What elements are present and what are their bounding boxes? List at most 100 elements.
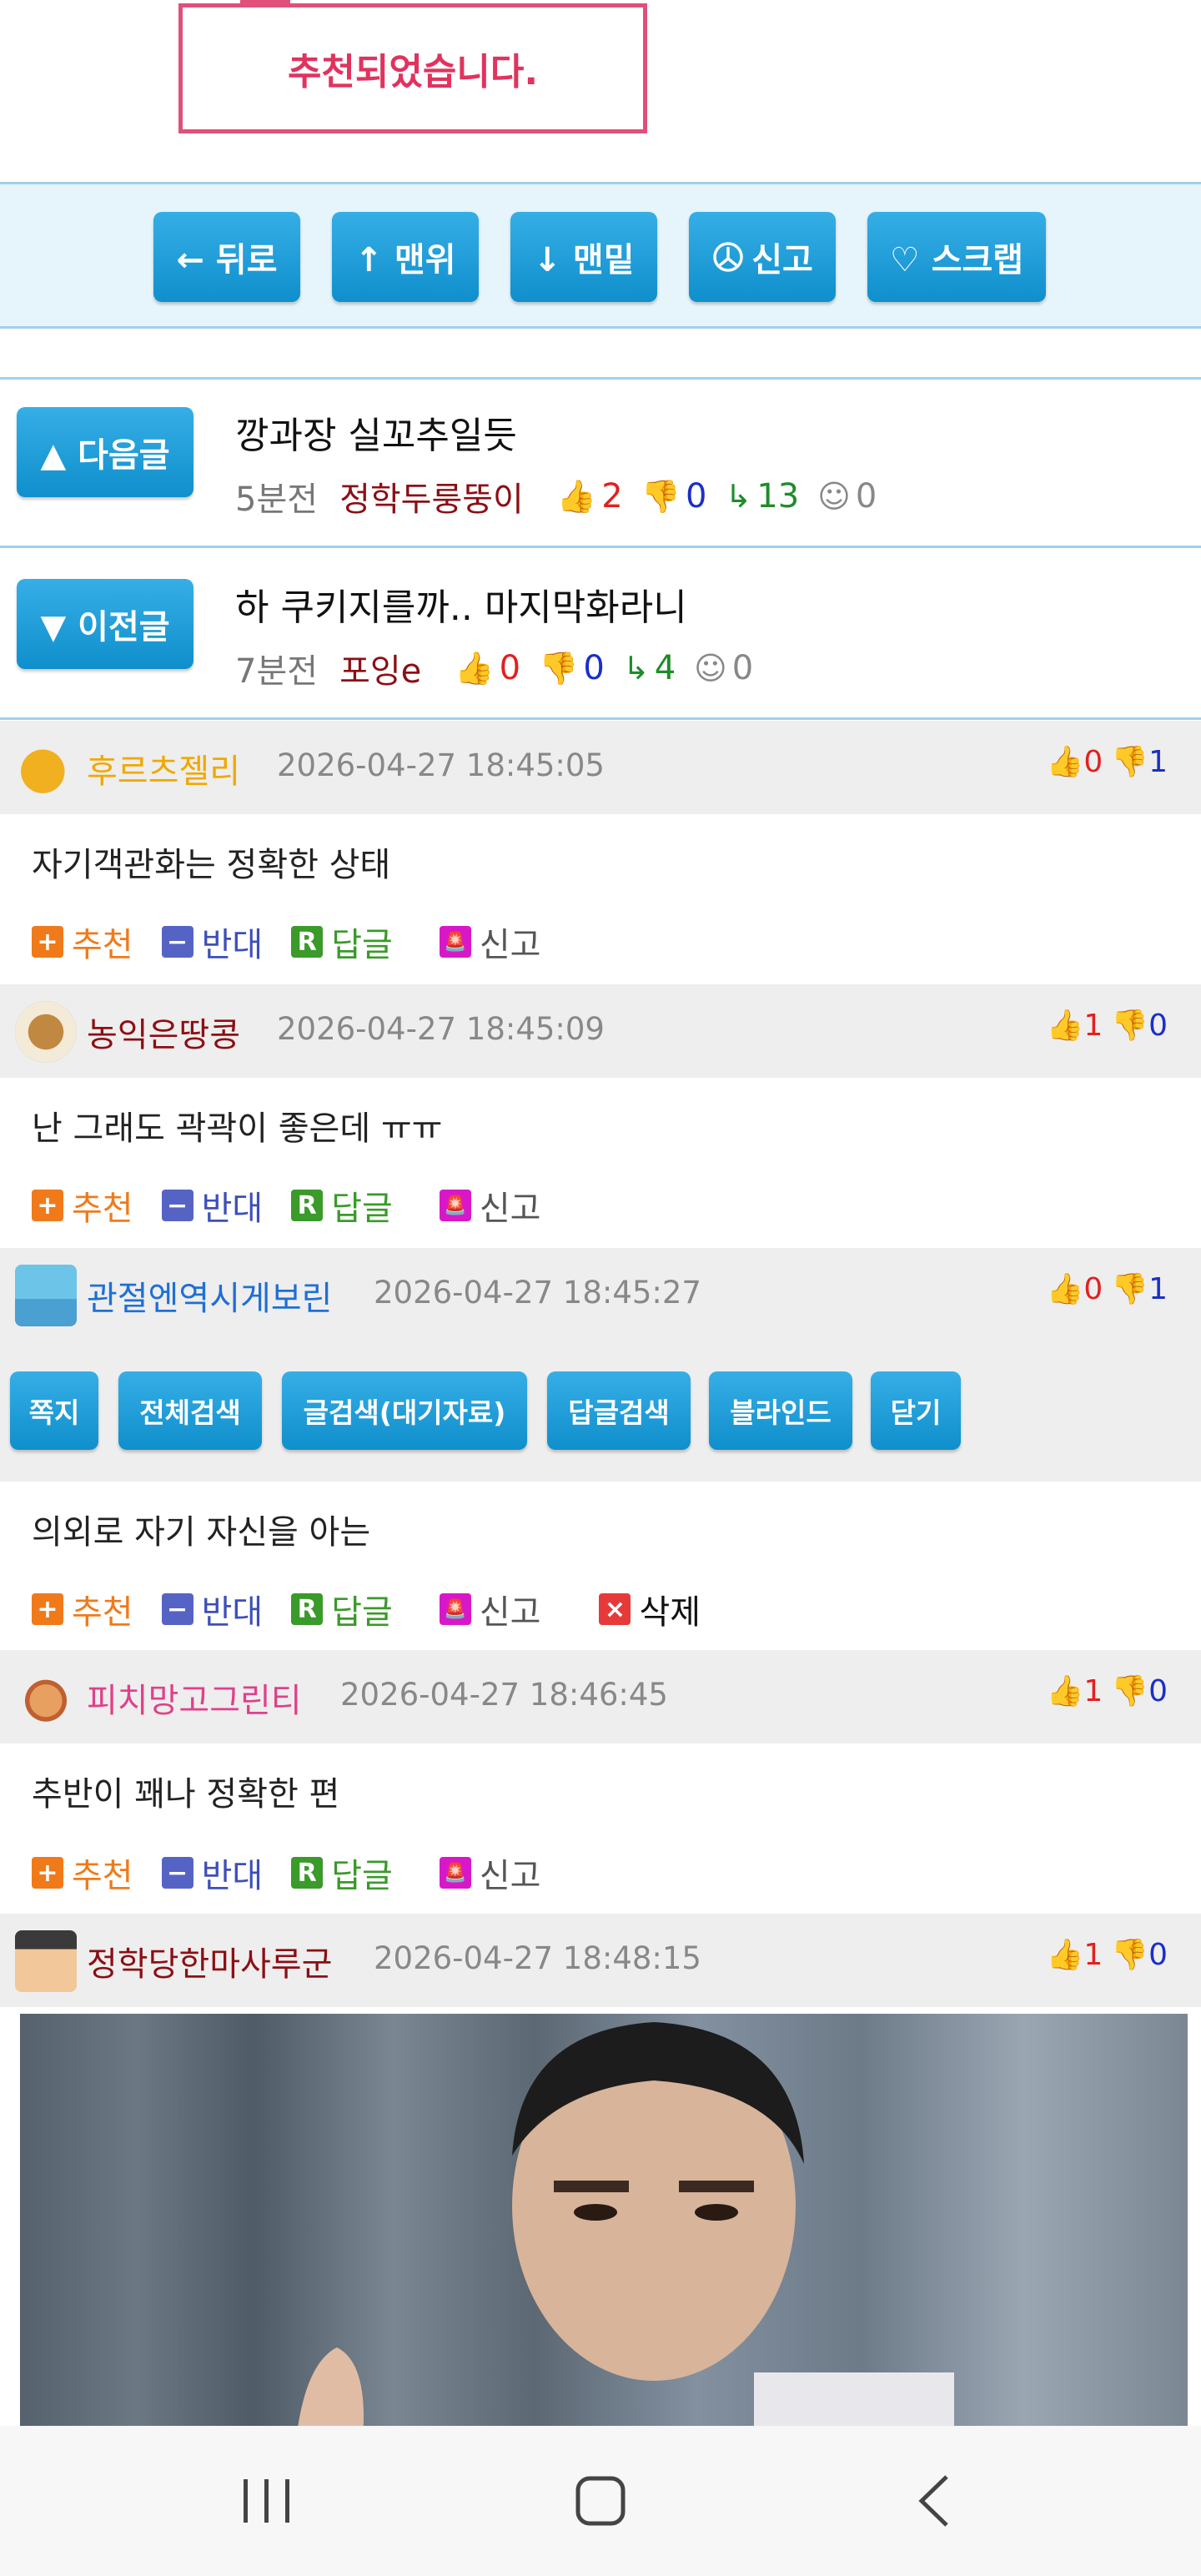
comment-downvotes[interactable]: 👎0 bbox=[1111, 1673, 1168, 1708]
up-count: 1 bbox=[1083, 1938, 1103, 1972]
next-post-author[interactable]: 정학두룽뚱이 bbox=[339, 472, 524, 521]
down-count: 0 bbox=[1148, 1009, 1168, 1043]
scrap-button[interactable]: ♡ 스크랩 bbox=[867, 212, 1046, 302]
comment-downvotes[interactable]: 👎0 bbox=[1111, 1008, 1168, 1043]
comment-date: 2026-04-27 18:45:09 bbox=[277, 1011, 605, 1047]
search-all-button[interactable]: 전체검색 bbox=[118, 1371, 262, 1450]
recommend-label: 추천 bbox=[72, 1857, 133, 1895]
comment-author[interactable]: 후르츠젤리 bbox=[87, 744, 240, 792]
comment-votes: 👍1 👎0 bbox=[1047, 1937, 1168, 1972]
reply-label: 답글 bbox=[331, 1857, 393, 1895]
search-replies-label: 답글검색 bbox=[568, 1396, 670, 1429]
comment-report-button[interactable]: 🚨 신고 bbox=[439, 1849, 540, 1897]
next-emote-count: 0 bbox=[855, 477, 877, 516]
back-nav-button[interactable] bbox=[867, 2426, 1001, 2576]
recommend-button[interactable]: + 추천 bbox=[32, 918, 133, 966]
close-menu-button[interactable]: 닫기 bbox=[871, 1371, 961, 1450]
divider bbox=[0, 546, 1201, 548]
plus-icon: + bbox=[32, 1857, 63, 1889]
oppose-button[interactable]: − 반대 bbox=[161, 1585, 263, 1633]
thumb-down-icon: 👎 bbox=[1111, 1009, 1149, 1043]
system-nav-bar bbox=[0, 2426, 1201, 2576]
delete-button[interactable]: × 삭제 bbox=[599, 1585, 701, 1633]
comment-upvotes[interactable]: 👍1 bbox=[1047, 1937, 1103, 1972]
siren-icon: 🚨 bbox=[439, 1857, 471, 1889]
close-label: 닫기 bbox=[890, 1396, 942, 1429]
comment-downvotes[interactable]: 👎0 bbox=[1111, 1937, 1168, 1972]
comment-author[interactable]: 농익은땅콩 bbox=[87, 1008, 240, 1056]
thumb-up-icon: 👍 bbox=[1046, 1272, 1084, 1306]
prev-post-label: ▼ 이전글 bbox=[40, 608, 170, 647]
back-button[interactable]: ← 뒤로 bbox=[153, 212, 300, 302]
recommend-button[interactable]: + 추천 bbox=[32, 1181, 133, 1230]
next-reply-count: 13 bbox=[756, 477, 800, 516]
comment-upvotes[interactable]: 👍0 bbox=[1047, 1271, 1103, 1306]
close-x-icon: × bbox=[599, 1593, 631, 1625]
oppose-label: 반대 bbox=[201, 1857, 264, 1895]
prev-post-title[interactable]: 하 쿠키지를까.. 마지막화라니 bbox=[235, 577, 687, 631]
message-button[interactable]: 쪽지 bbox=[10, 1371, 98, 1450]
comment-report-button[interactable]: 🚨 신고 bbox=[439, 918, 540, 966]
comment-downvotes[interactable]: 👎1 bbox=[1111, 1271, 1168, 1306]
avatar bbox=[15, 1265, 77, 1326]
comment-body: 자기객관화는 정확한 상태 bbox=[32, 846, 391, 884]
comment-votes: 👍0 👎1 bbox=[1047, 1271, 1168, 1306]
prev-post-emotes: ☺ 0 bbox=[694, 649, 753, 687]
report-label: 신고 bbox=[479, 1593, 541, 1632]
report-label: 신고 bbox=[479, 1190, 541, 1228]
thumb-up-icon: 👍 bbox=[1046, 745, 1084, 779]
comment-upvotes[interactable]: 👍1 bbox=[1047, 1008, 1103, 1043]
oppose-button[interactable]: − 반대 bbox=[161, 1849, 264, 1897]
comment-author[interactable]: 피치망고그린티 bbox=[87, 1673, 302, 1722]
search-posts-button[interactable]: 글검색(대기자료) bbox=[282, 1371, 527, 1450]
down-count: 0 bbox=[1148, 1674, 1168, 1708]
up-count: 0 bbox=[1083, 745, 1103, 779]
comment-report-button[interactable]: 🚨 신고 bbox=[439, 1181, 541, 1230]
reply-button[interactable]: R 답글 bbox=[291, 1849, 393, 1897]
recommend-button[interactable]: + 추천 bbox=[32, 1849, 133, 1897]
comment-report-button[interactable]: 🚨 신고 bbox=[439, 1585, 541, 1633]
plus-icon: + bbox=[32, 1593, 63, 1625]
reply-r-icon: R bbox=[291, 1857, 324, 1889]
reply-r-icon: R bbox=[291, 926, 324, 958]
recent-apps-button[interactable] bbox=[200, 2426, 334, 2576]
recommend-button[interactable]: + 추천 bbox=[32, 1585, 133, 1633]
post-action-bar: ← 뒤로 ↑ 맨위 ↓ 맨밑 신고 ♡ 스크랩 bbox=[0, 182, 1201, 329]
home-button[interactable] bbox=[534, 2426, 667, 2576]
recommend-label: 추천 bbox=[72, 926, 133, 964]
reply-button[interactable]: R 답글 bbox=[291, 918, 393, 966]
comment-photo[interactable] bbox=[20, 2014, 1188, 2448]
report-button[interactable]: 신고 bbox=[689, 212, 836, 302]
prev-post-button[interactable]: ▼ 이전글 bbox=[17, 579, 193, 669]
recent-apps-icon bbox=[244, 2479, 289, 2523]
comment-date: 2026-04-27 18:46:45 bbox=[340, 1677, 668, 1713]
next-post-button[interactable]: ▲ 다음글 bbox=[17, 407, 193, 497]
comment-downvotes[interactable]: 👎1 bbox=[1111, 744, 1168, 779]
reply-button[interactable]: R 답글 bbox=[291, 1585, 393, 1633]
prev-up-count: 0 bbox=[499, 649, 521, 687]
blind-button[interactable]: 블라인드 bbox=[709, 1371, 852, 1450]
next-post-title[interactable]: 깡과장 실꼬추일듯 bbox=[235, 405, 517, 459]
thumb-up-icon: 👍 bbox=[455, 650, 495, 687]
thumb-up-icon: 👍 bbox=[1046, 1938, 1084, 1972]
comment-upvotes[interactable]: 👍0 bbox=[1047, 744, 1103, 779]
prev-post-author[interactable]: 포잉e bbox=[339, 644, 421, 692]
scroll-top-button[interactable]: ↑ 맨위 bbox=[332, 212, 479, 302]
comment-author[interactable]: 관절엔역시게보린 bbox=[87, 1271, 332, 1320]
home-icon bbox=[575, 2476, 626, 2526]
comment-upvotes[interactable]: 👍1 bbox=[1047, 1673, 1103, 1708]
person-photo-illustration bbox=[295, 2022, 954, 2448]
oppose-button[interactable]: − 반대 bbox=[161, 1181, 263, 1230]
prev-post-replies: ↳ 4 bbox=[623, 649, 676, 687]
scroll-bottom-button[interactable]: ↓ 맨밑 bbox=[510, 212, 657, 302]
reply-r-icon: R bbox=[291, 1190, 324, 1221]
down-count: 1 bbox=[1148, 745, 1168, 779]
oppose-button[interactable]: − 반대 bbox=[161, 918, 263, 966]
reply-button[interactable]: R 답글 bbox=[291, 1181, 393, 1230]
avatar bbox=[15, 737, 77, 799]
search-replies-button[interactable]: 답글검색 bbox=[547, 1371, 691, 1450]
comment-body: 추반이 꽤나 정확한 편 bbox=[32, 1775, 340, 1814]
comment-author[interactable]: 정학당한마사루군 bbox=[87, 1937, 332, 1985]
comment-actions: + 추천 − 반대 R 답글 🚨 신고 bbox=[32, 918, 569, 966]
divider bbox=[0, 377, 1201, 380]
